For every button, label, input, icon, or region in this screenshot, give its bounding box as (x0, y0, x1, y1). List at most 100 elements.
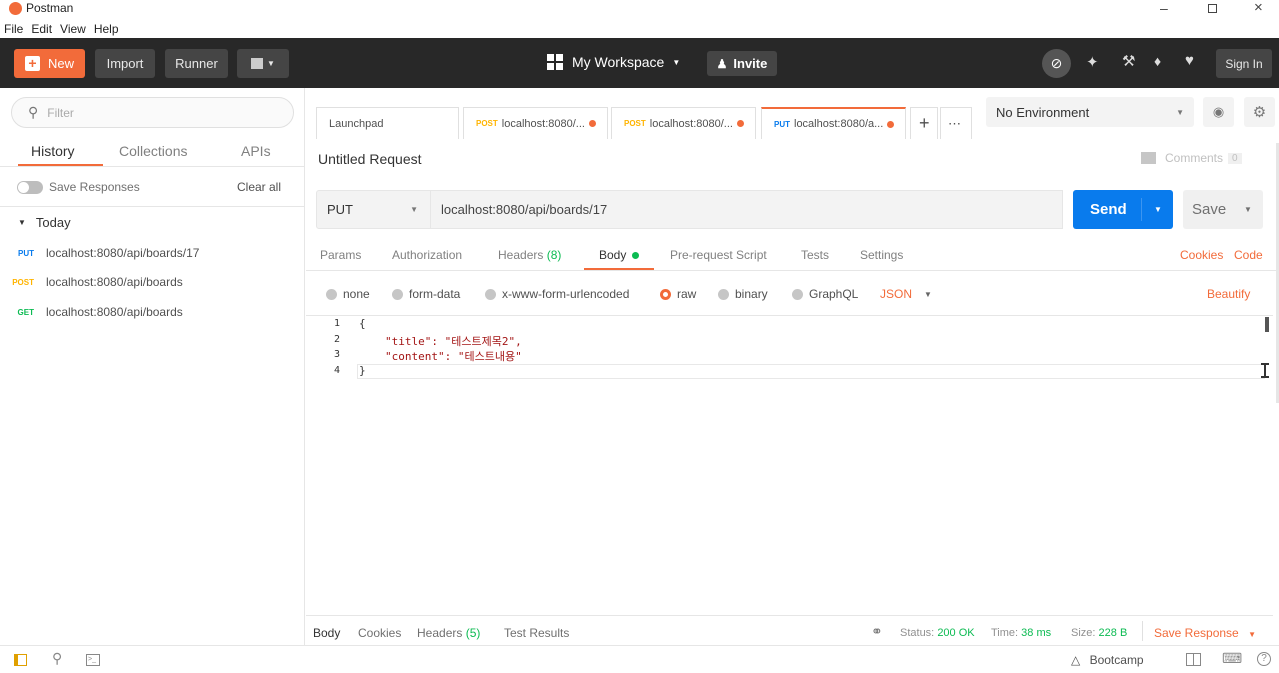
tab-launchpad[interactable]: Launchpad (316, 107, 459, 139)
console-icon[interactable]: >_ (86, 654, 100, 666)
new-label: New (48, 56, 75, 71)
radio-label: GraphQL (809, 287, 859, 301)
heart-icon[interactable]: ♥ (1185, 52, 1194, 69)
tab-history[interactable]: History (31, 143, 75, 159)
method-badge: GET (17, 307, 34, 317)
bootcamp-button[interactable]: △ Bootcamp (1071, 653, 1144, 667)
tab-pre-request-script[interactable]: Pre-request Script (670, 248, 767, 262)
radio-form-data[interactable]: form-data (392, 287, 460, 301)
minimize-icon[interactable]: – (1160, 0, 1168, 16)
chevron-down-icon: ▼ (267, 59, 275, 68)
url-input[interactable]: localhost:8080/api/boards/17 (431, 190, 1063, 229)
restore-icon[interactable] (1208, 4, 1217, 13)
history-item[interactable]: POST localhost:8080/api/boards (0, 268, 305, 296)
globe-icon[interactable]: ⚭ (871, 623, 883, 640)
new-tab-button[interactable]: + (910, 107, 938, 139)
history-item[interactable]: GET localhost:8080/api/boards (0, 298, 305, 326)
plus-icon: + (25, 56, 40, 71)
request-name[interactable]: Untitled Request (318, 151, 422, 167)
menu-edit[interactable]: Edit (31, 22, 52, 36)
radio-urlencoded[interactable]: x-www-form-urlencoded (485, 287, 629, 301)
help-icon[interactable]: ? (1257, 652, 1271, 666)
tab-tests[interactable]: Tests (801, 248, 829, 262)
manage-environments-button[interactable]: ⚙ (1244, 97, 1275, 127)
editor-scrollbar[interactable] (1265, 317, 1269, 332)
format-select[interactable]: JSON ▼ (880, 287, 932, 301)
save-responses-toggle[interactable] (17, 181, 43, 194)
tab-label: localhost:8080/... (501, 117, 585, 130)
close-icon[interactable]: × (1254, 0, 1263, 16)
wrench-icon[interactable]: ⚒ (1122, 52, 1135, 70)
radio-circle (792, 288, 803, 300)
cookies-link[interactable]: Cookies (1180, 248, 1223, 262)
send-button[interactable]: Send ▼ (1073, 190, 1173, 229)
response-tab-body[interactable]: Body (313, 626, 340, 640)
tab-apis[interactable]: APIs (241, 143, 271, 159)
environment-select[interactable]: No Environment ▼ (986, 97, 1194, 127)
response-tab-test-results[interactable]: Test Results (504, 626, 569, 640)
chevron-down-icon: ▼ (18, 218, 26, 227)
code-link[interactable]: Code (1234, 248, 1263, 262)
tab-params[interactable]: Params (320, 248, 361, 262)
radio-raw[interactable]: raw (660, 287, 696, 301)
tab-label: localhost:8080/a... (794, 118, 884, 130)
time-value: 38 ms (1021, 627, 1052, 639)
new-window-button[interactable]: ▼ (237, 49, 289, 78)
radio-graphql[interactable]: GraphQL (792, 287, 858, 301)
history-group-today[interactable]: ▼ Today (18, 215, 71, 230)
two-pane-view-icon[interactable] (1186, 653, 1201, 666)
body-indicator-dot-icon (631, 252, 639, 259)
method-label: PUT (327, 202, 353, 217)
invite-button[interactable]: ♟ Invite (707, 51, 777, 76)
save-response-button[interactable]: Save Response ▼ (1154, 626, 1256, 640)
response-tab-cookies[interactable]: Cookies (358, 626, 401, 640)
save-label: Save (1192, 201, 1227, 218)
time-label: Time: (991, 627, 1019, 639)
tab-method: POST (476, 119, 498, 128)
radio-none[interactable]: none (326, 287, 370, 301)
tab-headers[interactable]: Headers (8) (498, 248, 561, 262)
tab-settings[interactable]: Settings (860, 248, 903, 262)
graduation-cap-icon: △ (1071, 653, 1081, 667)
beautify-link[interactable]: Beautify (1207, 287, 1250, 301)
plus-icon: + (919, 113, 930, 133)
chevron-down-icon: ▼ (672, 57, 681, 67)
status-value: 200 OK (937, 627, 975, 639)
sync-off-icon[interactable]: ⊘ (1042, 49, 1071, 78)
tab-request[interactable]: POST localhost:8080/... (463, 107, 608, 139)
method-select[interactable]: PUT ▼ (316, 190, 431, 229)
tab-options-button[interactable]: ⋯ (940, 107, 972, 139)
import-button[interactable]: Import (95, 49, 155, 78)
find-icon[interactable]: ⚲ (52, 650, 62, 667)
comments-count: 0 (1228, 152, 1242, 164)
tab-body[interactable]: Body (599, 248, 639, 262)
menu-help[interactable]: Help (94, 22, 119, 36)
headers-count: (5) (465, 626, 481, 640)
environment-quick-look-button[interactable]: ◉ (1203, 97, 1234, 127)
window-title-bar: Postman – × (0, 0, 1279, 20)
menu-view[interactable]: View (60, 22, 86, 36)
toggle-sidebar-icon[interactable] (14, 654, 27, 666)
tab-collections[interactable]: Collections (119, 143, 187, 159)
history-item[interactable]: PUT localhost:8080/api/boards/17 (0, 239, 305, 267)
new-button[interactable]: + New (14, 49, 85, 78)
tab-request[interactable]: POST localhost:8080/... (611, 107, 756, 139)
save-button[interactable]: Save ▼ (1183, 190, 1263, 229)
new-window-icon (251, 58, 264, 69)
sign-in-button[interactable]: Sign In (1216, 49, 1272, 78)
keyboard-shortcuts-icon[interactable]: ⌨ (1222, 650, 1242, 667)
satellite-icon[interactable]: ✦ (1086, 53, 1099, 71)
tab-authorization[interactable]: Authorization (392, 248, 462, 262)
clear-all-button[interactable]: Clear all (237, 180, 281, 194)
tab-request-active[interactable]: PUT localhost:8080/a... (761, 107, 906, 139)
menu-file[interactable]: File (4, 22, 23, 36)
radio-binary[interactable]: binary (718, 287, 768, 301)
send-dropdown-divider (1141, 198, 1142, 221)
active-line-highlight (357, 364, 1265, 379)
comments-button[interactable]: Comments 0 (1141, 151, 1242, 165)
bell-icon[interactable]: ♦ (1154, 53, 1161, 69)
runner-button[interactable]: Runner (165, 49, 228, 78)
response-tab-headers[interactable]: Headers (5) (417, 626, 480, 640)
workspace-selector[interactable]: My Workspace ▼ (547, 54, 680, 70)
filter-input-box[interactable]: ⚲ Filter (11, 97, 294, 128)
